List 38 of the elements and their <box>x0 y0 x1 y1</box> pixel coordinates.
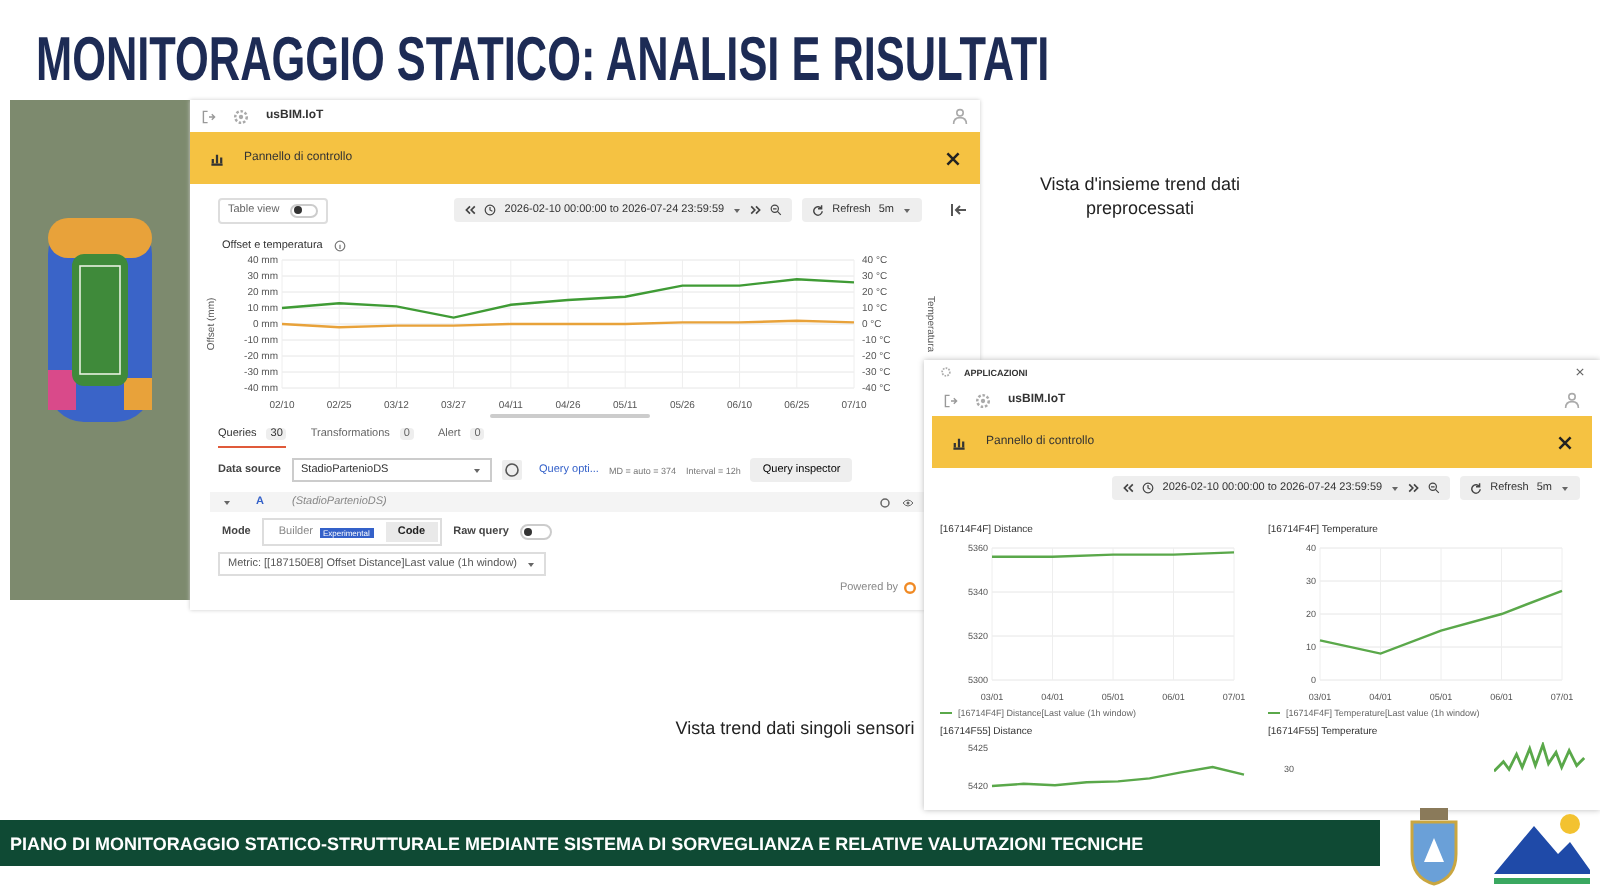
sparkline-drawing <box>1494 742 1588 774</box>
caret-icon <box>1390 483 1401 493</box>
back-icon[interactable] <box>464 204 477 216</box>
info-icon <box>334 240 347 252</box>
back-icon[interactable] <box>1122 482 1135 494</box>
clock-icon <box>484 204 497 216</box>
scrollbar[interactable] <box>490 414 650 418</box>
forward-icon[interactable] <box>1408 482 1421 494</box>
caret-icon <box>732 205 743 215</box>
caret-icon <box>902 205 912 215</box>
forward-icon[interactable] <box>750 204 763 216</box>
gear-icon <box>974 391 992 409</box>
logout-icon[interactable] <box>944 393 958 407</box>
gear-icon <box>232 107 250 125</box>
eye-icon[interactable] <box>902 497 914 507</box>
caret-icon <box>471 465 481 475</box>
logo-icon <box>904 582 916 594</box>
caret-icon[interactable] <box>222 497 232 507</box>
slide-title: MONITORAGGIO STATICO: ANALISI E RISULTATI <box>36 24 1050 96</box>
help-icon[interactable] <box>501 460 521 480</box>
close-icon[interactable] <box>1558 435 1572 449</box>
caret-icon <box>525 559 535 569</box>
raw-query-toggle[interactable] <box>520 524 553 540</box>
collapse-icon[interactable] <box>948 200 968 220</box>
overview-caption: Vista d'insieme trend dati preprocessati <box>1037 172 1243 220</box>
bar-chart-icon <box>952 435 966 449</box>
close-icon[interactable] <box>1576 368 1584 376</box>
bar-chart-icon <box>210 151 224 165</box>
logout-icon[interactable] <box>202 109 216 123</box>
sensors-caption: Vista trend dati singoli sensori <box>673 716 917 740</box>
clock-icon <box>1142 482 1155 494</box>
caret-icon <box>1560 483 1570 493</box>
mountain-logo-icon <box>1490 810 1590 890</box>
close-icon[interactable] <box>946 151 960 165</box>
zoom-out-icon[interactable] <box>770 204 783 216</box>
footer-text: PIANO DI MONITORAGGIO STATICO-STRUTTURALE MEDIANTE SISTEMA DI SORVEGLIANZA E RELATIVE VALUTAZIONI TECNICHE <box>10 833 1144 853</box>
zoom-out-icon[interactable] <box>1428 482 1441 494</box>
gear-icon <box>940 366 952 378</box>
